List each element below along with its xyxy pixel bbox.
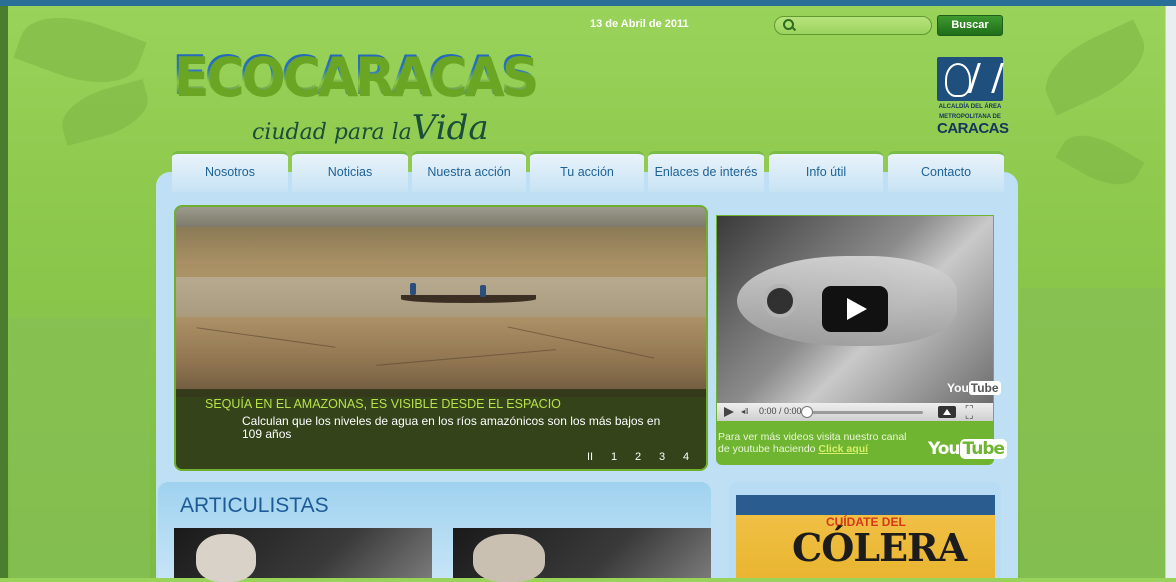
slider-pager: II 1 2 3 4 (578, 447, 698, 463)
author-photo-2[interactable] (453, 528, 711, 582)
fish-eye (763, 284, 797, 318)
tagline-vida: Vida (411, 108, 489, 148)
youtube-watermark: You Tube (947, 381, 1001, 395)
cholera-banner-title: CÓLERA (792, 525, 967, 570)
yt-you: You (928, 439, 961, 459)
slide-person (480, 285, 486, 297)
seek-bar[interactable] (803, 411, 923, 414)
background-leaf (1055, 122, 1145, 198)
tagline-text: ciudad para la (252, 120, 412, 145)
alcaldia-emblem-icon (937, 57, 1003, 101)
pager-pause-button[interactable]: II (578, 451, 602, 463)
slide-caption: SEQUÍA EN EL AMAZONAS, ES VISIBLE DESDE … (176, 389, 706, 469)
author-face (196, 534, 256, 582)
news-slider[interactable]: SEQUÍA EN EL AMAZONAS, ES VISIBLE DESDE … (174, 205, 708, 471)
background-city (1020, 288, 1165, 578)
video-controls: ◂ǁ 0:00 / 0:00 ⌜⌝ ⌞⌟ (717, 403, 993, 421)
author-face (473, 534, 545, 582)
search-button[interactable]: Buscar (937, 15, 1003, 36)
play-icon[interactable] (724, 407, 734, 417)
nav-tab-contacto[interactable]: Contacto (888, 151, 1004, 192)
articulistas-title: ARTICULISTAS (180, 494, 329, 517)
scrollbar[interactable] (1165, 6, 1176, 578)
logo-text: ECOCARACAS (172, 44, 537, 108)
nav-tab-enlaces[interactable]: Enlaces de interés (648, 151, 764, 192)
alcaldia-logo[interactable]: ALCALDÍA DEL ÁREA METROPOLITANA DE CARAC… (937, 57, 1009, 141)
background-city (10, 318, 150, 578)
alcaldia-line1: ALCALDÍA DEL ÁREA (938, 104, 1002, 110)
pager-item-3[interactable]: 3 (650, 451, 674, 463)
video-widget: You Tube ◂ǁ 0:00 / 0:00 ⌜⌝ ⌞⌟ Para ver más… (716, 215, 1008, 465)
video-time: 0:00 / 0:00 (759, 406, 802, 416)
nav-tab-info-util[interactable]: Info útil (769, 151, 883, 192)
background-leaf (55, 79, 155, 146)
slide-person (410, 283, 416, 295)
pager-item-2[interactable]: 2 (626, 451, 650, 463)
browser-top-bar (0, 0, 1176, 6)
slide-title[interactable]: SEQUÍA EN EL AMAZONAS, ES VISIBLE DESDE … (205, 397, 561, 411)
video-player[interactable]: You Tube (717, 216, 1001, 403)
slide-text: Calculan que los niveles de agua en los … (242, 414, 661, 441)
eject-icon[interactable] (938, 406, 956, 418)
slide-photo-sky (176, 207, 706, 227)
cholera-banner[interactable]: CUÍDATE DEL CÓLERA (736, 495, 995, 578)
left-border (0, 6, 8, 578)
volume-icon[interactable]: ◂ǁ (741, 408, 755, 416)
yt-tube: Tube (959, 439, 1008, 459)
pager-item-1[interactable]: 1 (602, 451, 626, 463)
site-logo[interactable]: ECOCARACAS (172, 49, 537, 104)
nav-tab-nosotros[interactable]: Nosotros (172, 151, 288, 192)
video-note: Para ver más videos visita nuestro canal… (718, 431, 908, 455)
nav-tab-noticias[interactable]: Noticias (292, 151, 408, 192)
slide-boat (401, 295, 536, 303)
banner-strip (736, 495, 995, 515)
articulistas-section: ARTICULISTAS (158, 482, 711, 582)
youtube-channel-link[interactable]: Click aquí (818, 443, 868, 455)
search-icon (783, 19, 794, 30)
fullscreen-icon[interactable]: ⌜⌝ ⌞⌟ (965, 405, 981, 420)
video-note-text: Para ver más videos visita nuestro canal… (718, 431, 907, 455)
current-date: 13 de Abril de 2011 (590, 18, 689, 30)
video-play-button[interactable] (822, 286, 888, 332)
search-box[interactable] (774, 16, 932, 35)
nav-tab-tu-accion[interactable]: Tu acción (530, 151, 644, 192)
author-photo-1[interactable] (174, 528, 432, 582)
alcaldia-line3: CARACAS (937, 120, 1009, 137)
youtube-logo[interactable]: You Tube (928, 439, 1008, 459)
nav-tab-nuestra-accion[interactable]: Nuestra acción (412, 151, 526, 192)
background-leaf (1033, 19, 1157, 116)
pager-item-4[interactable]: 4 (674, 451, 698, 463)
sidebar-banner-panel: CUÍDATE DEL CÓLERA (729, 482, 1001, 578)
logo-tagline: ciudad para laVida (252, 108, 489, 148)
watermark-tube: Tube (968, 381, 1001, 395)
search-input[interactable] (797, 18, 929, 34)
main-navigation: Nosotros Noticias Nuestra acción Tu acci… (172, 151, 1004, 192)
seek-knob[interactable] (801, 406, 813, 418)
watermark-you: You (947, 381, 969, 395)
